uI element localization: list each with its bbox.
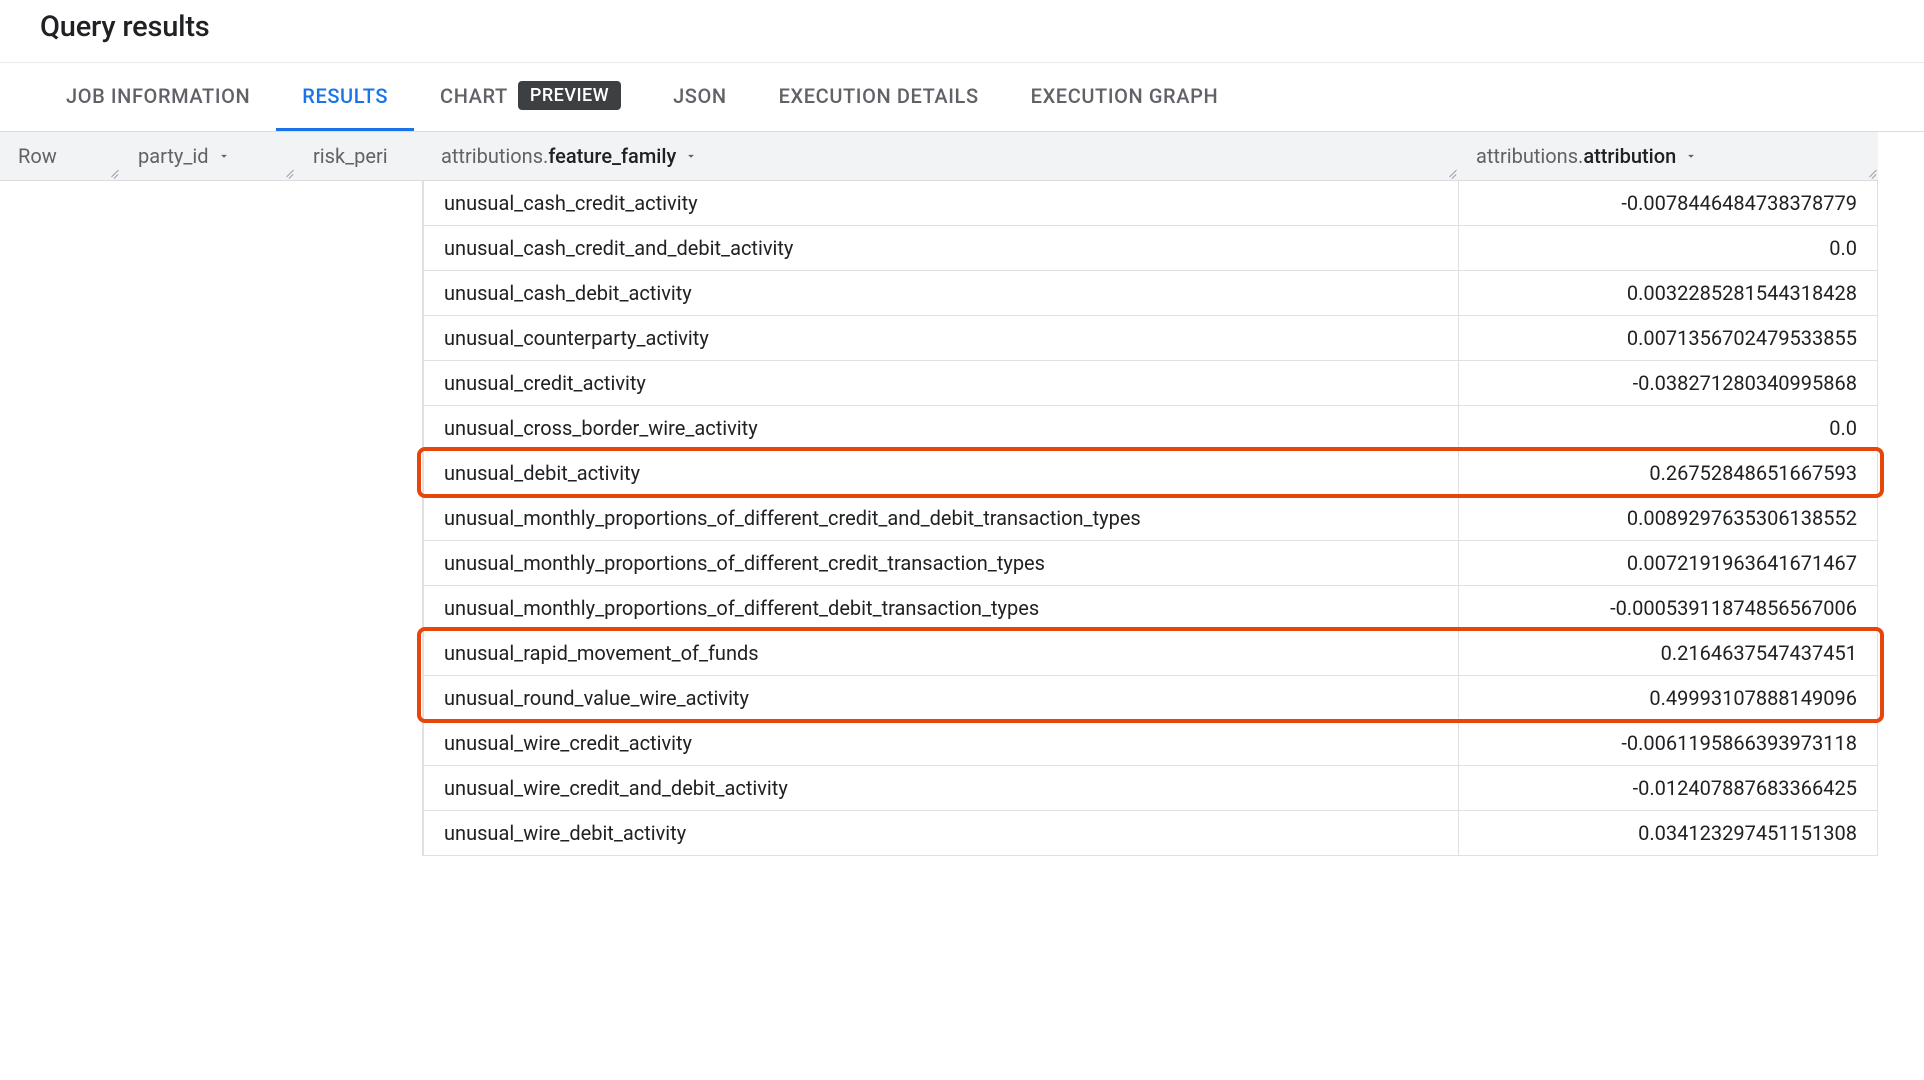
tab-chart-label: CHART — [440, 84, 508, 108]
tab-execution-details[interactable]: EXECUTION DETAILS — [753, 63, 1005, 131]
resize-handle-icon[interactable] — [108, 168, 118, 178]
table-cell-blank — [295, 541, 423, 586]
table-cell-feature-family: unusual_rapid_movement_of_funds — [423, 631, 1458, 676]
table-cell-attribution: -0.00053911874856567006 — [1458, 586, 1878, 631]
table-cell-blank — [120, 271, 295, 316]
table-cell-blank — [0, 541, 120, 586]
chevron-down-icon — [217, 149, 231, 163]
table-cell-blank — [0, 271, 120, 316]
table-cell-blank — [295, 811, 423, 856]
table-cell-blank — [120, 676, 295, 721]
chevron-down-icon — [1684, 149, 1698, 163]
table-cell-blank — [295, 181, 423, 226]
table-cell-feature-family: unusual_wire_credit_activity — [423, 721, 1458, 766]
table-cell-blank — [0, 181, 120, 226]
table-cell-feature-family: unusual_cash_credit_and_debit_activity — [423, 226, 1458, 271]
table-cell-attribution: 0.034123297451151308 — [1458, 811, 1878, 856]
tab-results[interactable]: RESULTS — [276, 63, 414, 131]
table-cell-feature-family: unusual_counterparty_activity — [423, 316, 1458, 361]
table-cell-attribution: 0.0 — [1458, 226, 1878, 271]
tab-execution-graph[interactable]: EXECUTION GRAPH — [1005, 63, 1245, 131]
table-cell-blank — [295, 361, 423, 406]
table-cell-blank — [120, 541, 295, 586]
tab-bar: JOB INFORMATION RESULTS CHART PREVIEW JS… — [0, 63, 1924, 132]
table-cell-blank — [120, 316, 295, 361]
table-cell-blank — [295, 271, 423, 316]
column-header-feature-family[interactable]: attributions.feature_family — [423, 132, 1458, 181]
tab-chart[interactable]: CHART PREVIEW — [414, 63, 647, 131]
table-cell-blank — [120, 496, 295, 541]
table-cell-blank — [120, 631, 295, 676]
resize-handle-icon[interactable] — [283, 168, 293, 178]
table-cell-feature-family: unusual_monthly_proportions_of_different… — [423, 541, 1458, 586]
table-cell-blank — [295, 496, 423, 541]
table-cell-blank — [295, 766, 423, 811]
preview-badge: PREVIEW — [518, 81, 621, 110]
table-cell-attribution: 0.0089297635306138552 — [1458, 496, 1878, 541]
table-cell-blank — [120, 586, 295, 631]
table-cell-attribution: 0.2164637547437451 — [1458, 631, 1878, 676]
table-cell-blank — [120, 406, 295, 451]
table-cell-blank — [295, 586, 423, 631]
table-cell-feature-family: unusual_credit_activity — [423, 361, 1458, 406]
results-table: Row party_id risk_peri attributions.feat… — [0, 132, 1924, 856]
table-cell-feature-family: unusual_monthly_proportions_of_different… — [423, 586, 1458, 631]
table-cell-attribution: 0.0072191963641671467 — [1458, 541, 1878, 586]
table-cell-blank — [0, 406, 120, 451]
table-cell-blank — [120, 811, 295, 856]
resize-handle-icon[interactable] — [1866, 168, 1876, 178]
table-cell-blank — [0, 811, 120, 856]
page-title: Query results — [40, 10, 1884, 44]
table-cell-attribution: 0.0032285281544318428 — [1458, 271, 1878, 316]
chevron-down-icon — [684, 149, 698, 163]
table-cell-blank — [0, 586, 120, 631]
table-cell-feature-family: unusual_wire_debit_activity — [423, 811, 1458, 856]
table-cell-blank — [295, 406, 423, 451]
table-cell-blank — [295, 631, 423, 676]
table-cell-attribution: -0.012407887683366425 — [1458, 766, 1878, 811]
table-cell-blank — [0, 496, 120, 541]
table-cell-attribution: 0.49993107888149096 — [1458, 676, 1878, 721]
table-cell-blank — [0, 766, 120, 811]
table-cell-blank — [120, 226, 295, 271]
table-cell-blank — [0, 451, 120, 496]
table-cell-feature-family: unusual_cash_credit_activity — [423, 181, 1458, 226]
page-header: Query results — [0, 0, 1924, 63]
table-cell-blank — [0, 676, 120, 721]
table-cell-feature-family: unusual_round_value_wire_activity — [423, 676, 1458, 721]
table-cell-blank — [0, 361, 120, 406]
table-cell-attribution: 0.0071356702479533855 — [1458, 316, 1878, 361]
table-cell-feature-family: unusual_cash_debit_activity — [423, 271, 1458, 316]
table-cell-blank — [295, 676, 423, 721]
table-cell-feature-family: unusual_monthly_proportions_of_different… — [423, 496, 1458, 541]
table-cell-blank — [295, 721, 423, 766]
table-cell-attribution: -0.038271280340995868 — [1458, 361, 1878, 406]
resize-handle-icon[interactable] — [1446, 168, 1456, 178]
table-cell-blank — [295, 451, 423, 496]
column-header-risk-period[interactable]: risk_peri — [295, 132, 423, 181]
table-cell-feature-family: unusual_cross_border_wire_activity — [423, 406, 1458, 451]
table-cell-attribution: -0.0078446484738378779 — [1458, 181, 1878, 226]
table-cell-blank — [120, 361, 295, 406]
table-cell-blank — [0, 721, 120, 766]
table-cell-blank — [295, 316, 423, 361]
table-cell-blank — [120, 766, 295, 811]
column-header-row[interactable]: Row — [0, 132, 120, 181]
table-cell-blank — [120, 181, 295, 226]
table-cell-feature-family: unusual_debit_activity — [423, 451, 1458, 496]
table-cell-attribution: 0.26752848651667593 — [1458, 451, 1878, 496]
column-header-attribution[interactable]: attributions.attribution — [1458, 132, 1878, 181]
tab-job-information[interactable]: JOB INFORMATION — [40, 63, 276, 131]
table-cell-blank — [0, 226, 120, 271]
table-cell-blank — [0, 631, 120, 676]
table-cell-blank — [0, 316, 120, 361]
column-header-party-id[interactable]: party_id — [120, 132, 295, 181]
table-cell-feature-family: unusual_wire_credit_and_debit_activity — [423, 766, 1458, 811]
table-cell-blank — [295, 226, 423, 271]
table-cell-blank — [120, 721, 295, 766]
table-cell-attribution: -0.0061195866393973118 — [1458, 721, 1878, 766]
tab-json[interactable]: JSON — [647, 63, 753, 131]
table-cell-attribution: 0.0 — [1458, 406, 1878, 451]
table-cell-blank — [120, 451, 295, 496]
